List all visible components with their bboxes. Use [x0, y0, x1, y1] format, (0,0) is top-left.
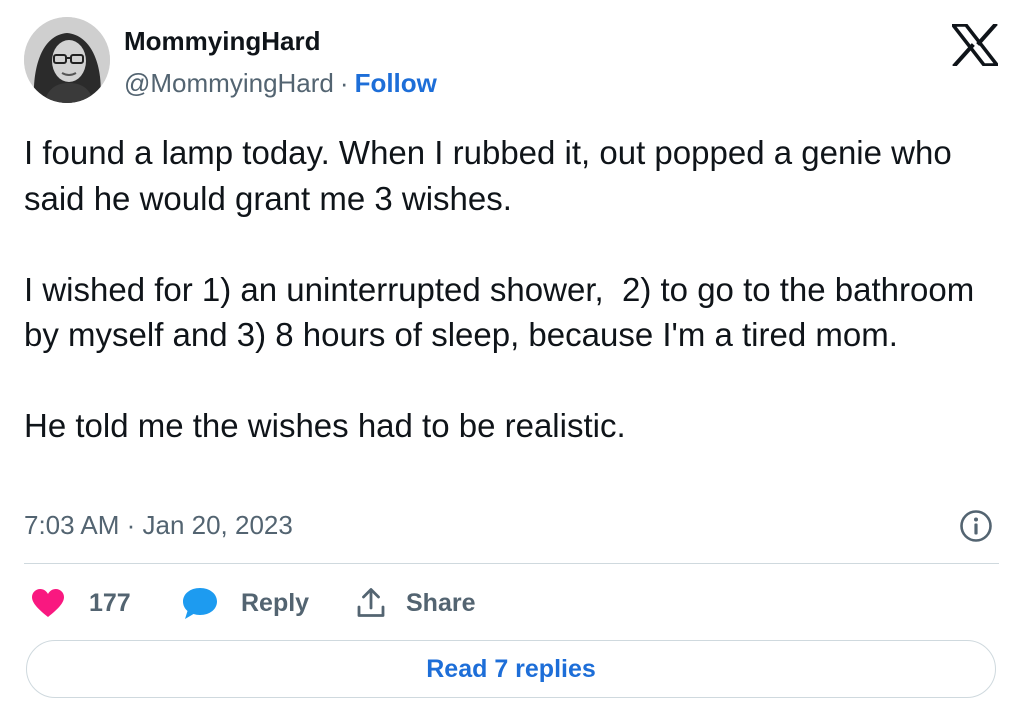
- divider: [24, 563, 999, 564]
- follow-link[interactable]: Follow: [355, 68, 437, 98]
- reply-button[interactable]: Reply: [181, 585, 309, 621]
- speech-bubble-icon: [183, 588, 217, 619]
- display-name[interactable]: MommyingHard: [124, 26, 320, 56]
- avatar[interactable]: [24, 17, 110, 103]
- tweet-timestamp[interactable]: 7:03 AM · Jan 20, 2023: [24, 510, 293, 540]
- share-upload-icon: [357, 588, 385, 617]
- like-count: 177: [89, 588, 131, 617]
- read-replies-label: Read 7 replies: [426, 654, 596, 683]
- reply-label: Reply: [241, 588, 310, 617]
- handle-separator: ·: [339, 68, 349, 98]
- handle-row: @MommyingHard · Follow: [124, 68, 437, 98]
- read-replies-button[interactable]: Read 7 replies: [26, 640, 996, 698]
- tweet-text: I found a lamp today. When I rubbed it, …: [24, 134, 975, 444]
- heart-icon: [32, 589, 64, 617]
- share-button[interactable]: Share: [356, 585, 475, 621]
- info-icon[interactable]: [959, 509, 993, 543]
- like-button[interactable]: 177: [31, 585, 131, 621]
- x-logo-icon[interactable]: [949, 22, 1001, 68]
- tweet-card: MommyingHard @MommyingHard · Follow I foun…: [0, 0, 1023, 723]
- share-label: Share: [406, 588, 476, 617]
- user-handle[interactable]: @MommyingHard: [124, 68, 334, 98]
